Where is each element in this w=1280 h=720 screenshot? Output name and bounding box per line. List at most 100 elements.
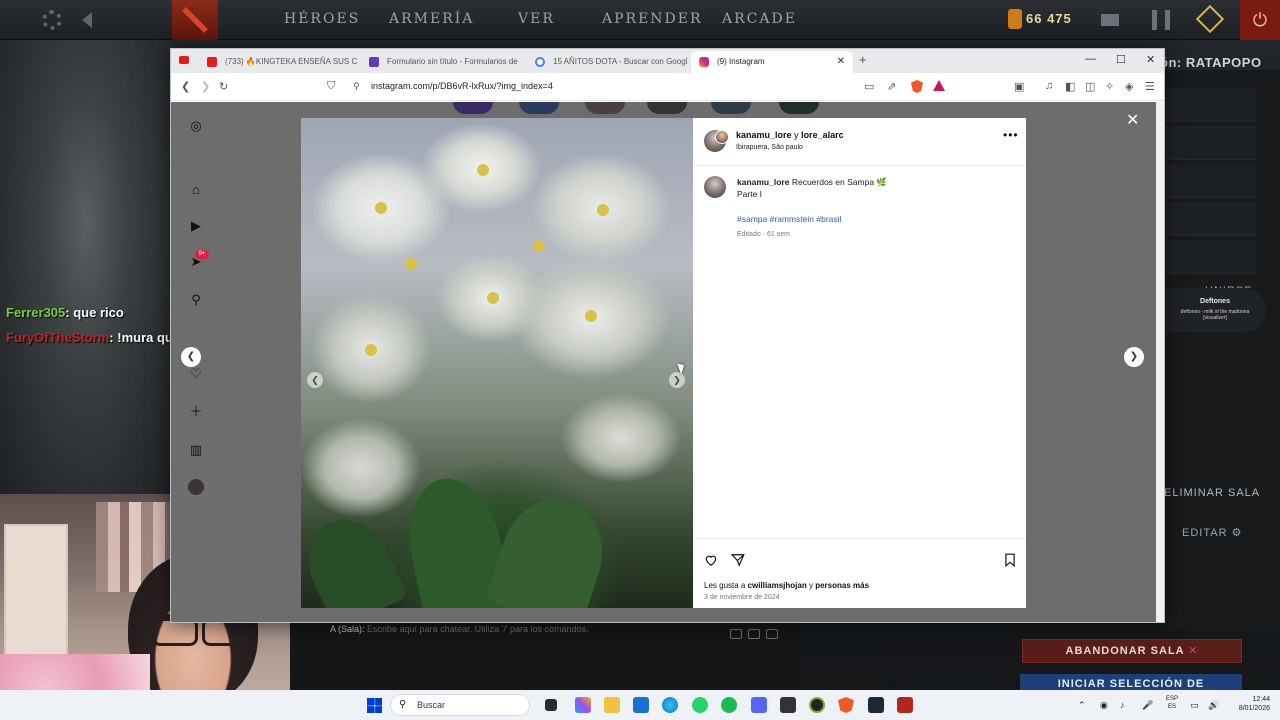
delete-room-button[interactable]: ELIMINAR SALA [1164, 487, 1260, 499]
menu-icon[interactable]: ☰ [1145, 80, 1155, 93]
instagram-logo-icon[interactable]: ◎ [188, 118, 204, 134]
caption-avatar[interactable] [704, 176, 726, 198]
music-icon[interactable]: ♫ [1045, 80, 1053, 92]
site-info-icon[interactable]: ⚲ [353, 81, 363, 91]
task-view-icon[interactable] [545, 699, 557, 711]
edge-icon[interactable] [662, 697, 678, 713]
coauthor-avatar[interactable] [715, 130, 729, 144]
window-close-icon[interactable]: ✕ [1146, 53, 1155, 66]
tab-youtube[interactable]: (733) 🔥KINGTEKA ENSEÑA SUS CH [199, 51, 357, 73]
carousel-next-icon[interactable]: ❯ [669, 372, 685, 388]
coauthor-link[interactable]: lore_alarc [801, 130, 844, 140]
address-bar[interactable]: instagram.com/p/DB6vR-lxRux/?img_index=4 [371, 81, 553, 91]
abandon-room-button[interactable]: ABANDONAR SALA ✕ [1022, 639, 1242, 663]
next-post-button[interactable]: ❯ [1124, 347, 1144, 367]
likes-user[interactable]: cwilliamsjhojan [748, 581, 807, 590]
file-explorer-icon[interactable] [604, 697, 620, 713]
post-photo-orchids[interactable]: ❮ ❯ [301, 118, 693, 608]
plus-icon[interactable] [1195, 4, 1225, 34]
image-icon[interactable] [748, 629, 760, 639]
volume-icon[interactable]: 🔊 [1208, 700, 1219, 711]
power-button[interactable]: ⏻ [1240, 0, 1280, 40]
dashboard-icon[interactable]: ▥ [188, 442, 204, 458]
vpn-icon[interactable]: ◈ [1125, 80, 1133, 93]
author-link[interactable]: kanamu_lore [736, 130, 792, 140]
brave-icon[interactable] [838, 697, 854, 713]
close-tab-icon[interactable]: ✕ [837, 51, 845, 73]
emoji-icon[interactable] [730, 629, 742, 639]
microphone-icon[interactable]: 🎤 [1142, 700, 1153, 711]
xbox-icon[interactable] [809, 697, 825, 713]
previous-post-button[interactable]: ❮ [181, 347, 201, 367]
story-thumb[interactable] [453, 102, 493, 114]
chevron-up-icon[interactable]: ⌃ [1078, 700, 1086, 711]
display-icon[interactable]: ▭ [1190, 700, 1199, 711]
story-thumb[interactable] [647, 102, 687, 114]
create-icon[interactable]: ＋ [188, 404, 204, 420]
search-icon[interactable]: ⚲ [188, 292, 204, 308]
steam-icon[interactable] [868, 697, 884, 713]
tab-google[interactable]: 15 AÑITOS DOTA - Buscar con Googl [527, 51, 687, 73]
share-icon[interactable]: ⇗ [887, 80, 896, 93]
dota-logo[interactable] [172, 0, 218, 40]
tab-forms[interactable]: Formulario sin título - Formularios de [361, 51, 521, 73]
share-send-icon[interactable] [730, 553, 745, 567]
taskbar-search[interactable]: ⚲ Buscar [390, 694, 530, 716]
gear-icon[interactable] [42, 10, 62, 30]
extensions-icon[interactable]: ◫ [1085, 80, 1095, 93]
brave-shields-icon[interactable] [911, 80, 923, 93]
dota-icon[interactable] [897, 697, 913, 713]
reels-icon[interactable]: ▶ [188, 218, 204, 234]
windows-start-icon[interactable] [367, 698, 382, 713]
wallet-icon[interactable]: ▣ [1014, 80, 1024, 93]
spotify-icon[interactable] [721, 697, 737, 713]
save-bookmark-icon[interactable] [1003, 553, 1017, 568]
like-heart-icon[interactable] [704, 553, 718, 567]
post-location[interactable]: Ibirapuera, São paulo [736, 144, 803, 151]
close-post-icon[interactable]: ✕ [1126, 110, 1139, 130]
likes-more[interactable]: personas más [815, 581, 869, 590]
back-icon[interactable]: ❮ [181, 80, 190, 93]
nav-armory[interactable]: ARMERÍA [389, 11, 474, 27]
story-thumb[interactable] [711, 102, 751, 114]
antivirus-icon[interactable]: ◉ [1100, 700, 1108, 711]
nav-arcade[interactable]: ARCADE [722, 11, 797, 27]
more-options-icon[interactable]: ••• [1003, 128, 1019, 142]
brave-rewards-icon[interactable] [933, 80, 945, 91]
edit-button[interactable]: EDITAR ⚙ [1182, 526, 1242, 539]
headset-icon[interactable]: ♪ [1120, 700, 1125, 710]
game-chat-input[interactable]: A (Sala): Escribe aquí para chatear. Uti… [330, 624, 589, 634]
post-hashtags[interactable]: #sampa #rammstein #brasil [737, 214, 841, 224]
bookmark-icon[interactable]: ⛉ [327, 80, 335, 93]
nav-heroes[interactable]: HÉROES [284, 11, 360, 27]
nav-learn[interactable]: APRENDER [602, 11, 703, 27]
whatsapp-icon[interactable] [692, 697, 708, 713]
discord-icon[interactable] [751, 697, 767, 713]
install-app-icon[interactable]: ▭ [864, 80, 874, 93]
reload-icon[interactable]: ↻ [219, 80, 228, 93]
youtube-icon[interactable] [179, 56, 189, 64]
story-thumb[interactable] [585, 102, 625, 114]
back-arrow-icon[interactable] [82, 12, 92, 28]
tab-instagram[interactable]: (9) Instagram ✕ [691, 51, 853, 73]
language-indicator[interactable]: ESP ES [1166, 695, 1178, 711]
story-thumb[interactable] [519, 102, 559, 114]
forward-icon[interactable]: ❯ [201, 80, 210, 93]
sidebar-icon[interactable]: ◧ [1065, 80, 1075, 93]
new-tab-button[interactable]: + [859, 52, 867, 67]
carousel-prev-icon[interactable]: ❮ [307, 372, 323, 388]
inventory-icon[interactable] [1152, 10, 1170, 30]
mail-icon[interactable] [1101, 14, 1119, 26]
minimize-icon[interactable]: — [1085, 53, 1096, 65]
nav-watch[interactable]: VER [518, 11, 555, 27]
profile-avatar[interactable] [188, 479, 204, 495]
story-thumb[interactable] [779, 102, 819, 114]
page-scrollbar[interactable] [1156, 102, 1164, 622]
home-icon[interactable]: ⌂ [188, 182, 204, 198]
help-icon[interactable] [766, 629, 778, 639]
taskbar-clock[interactable]: 12:44 8/01/2026 [1226, 695, 1270, 713]
maximize-icon[interactable]: ☐ [1116, 53, 1126, 66]
heart-icon[interactable]: ♡ [188, 366, 204, 382]
copilot-icon[interactable] [575, 697, 591, 713]
caption-username[interactable]: kanamu_lore [737, 177, 789, 187]
